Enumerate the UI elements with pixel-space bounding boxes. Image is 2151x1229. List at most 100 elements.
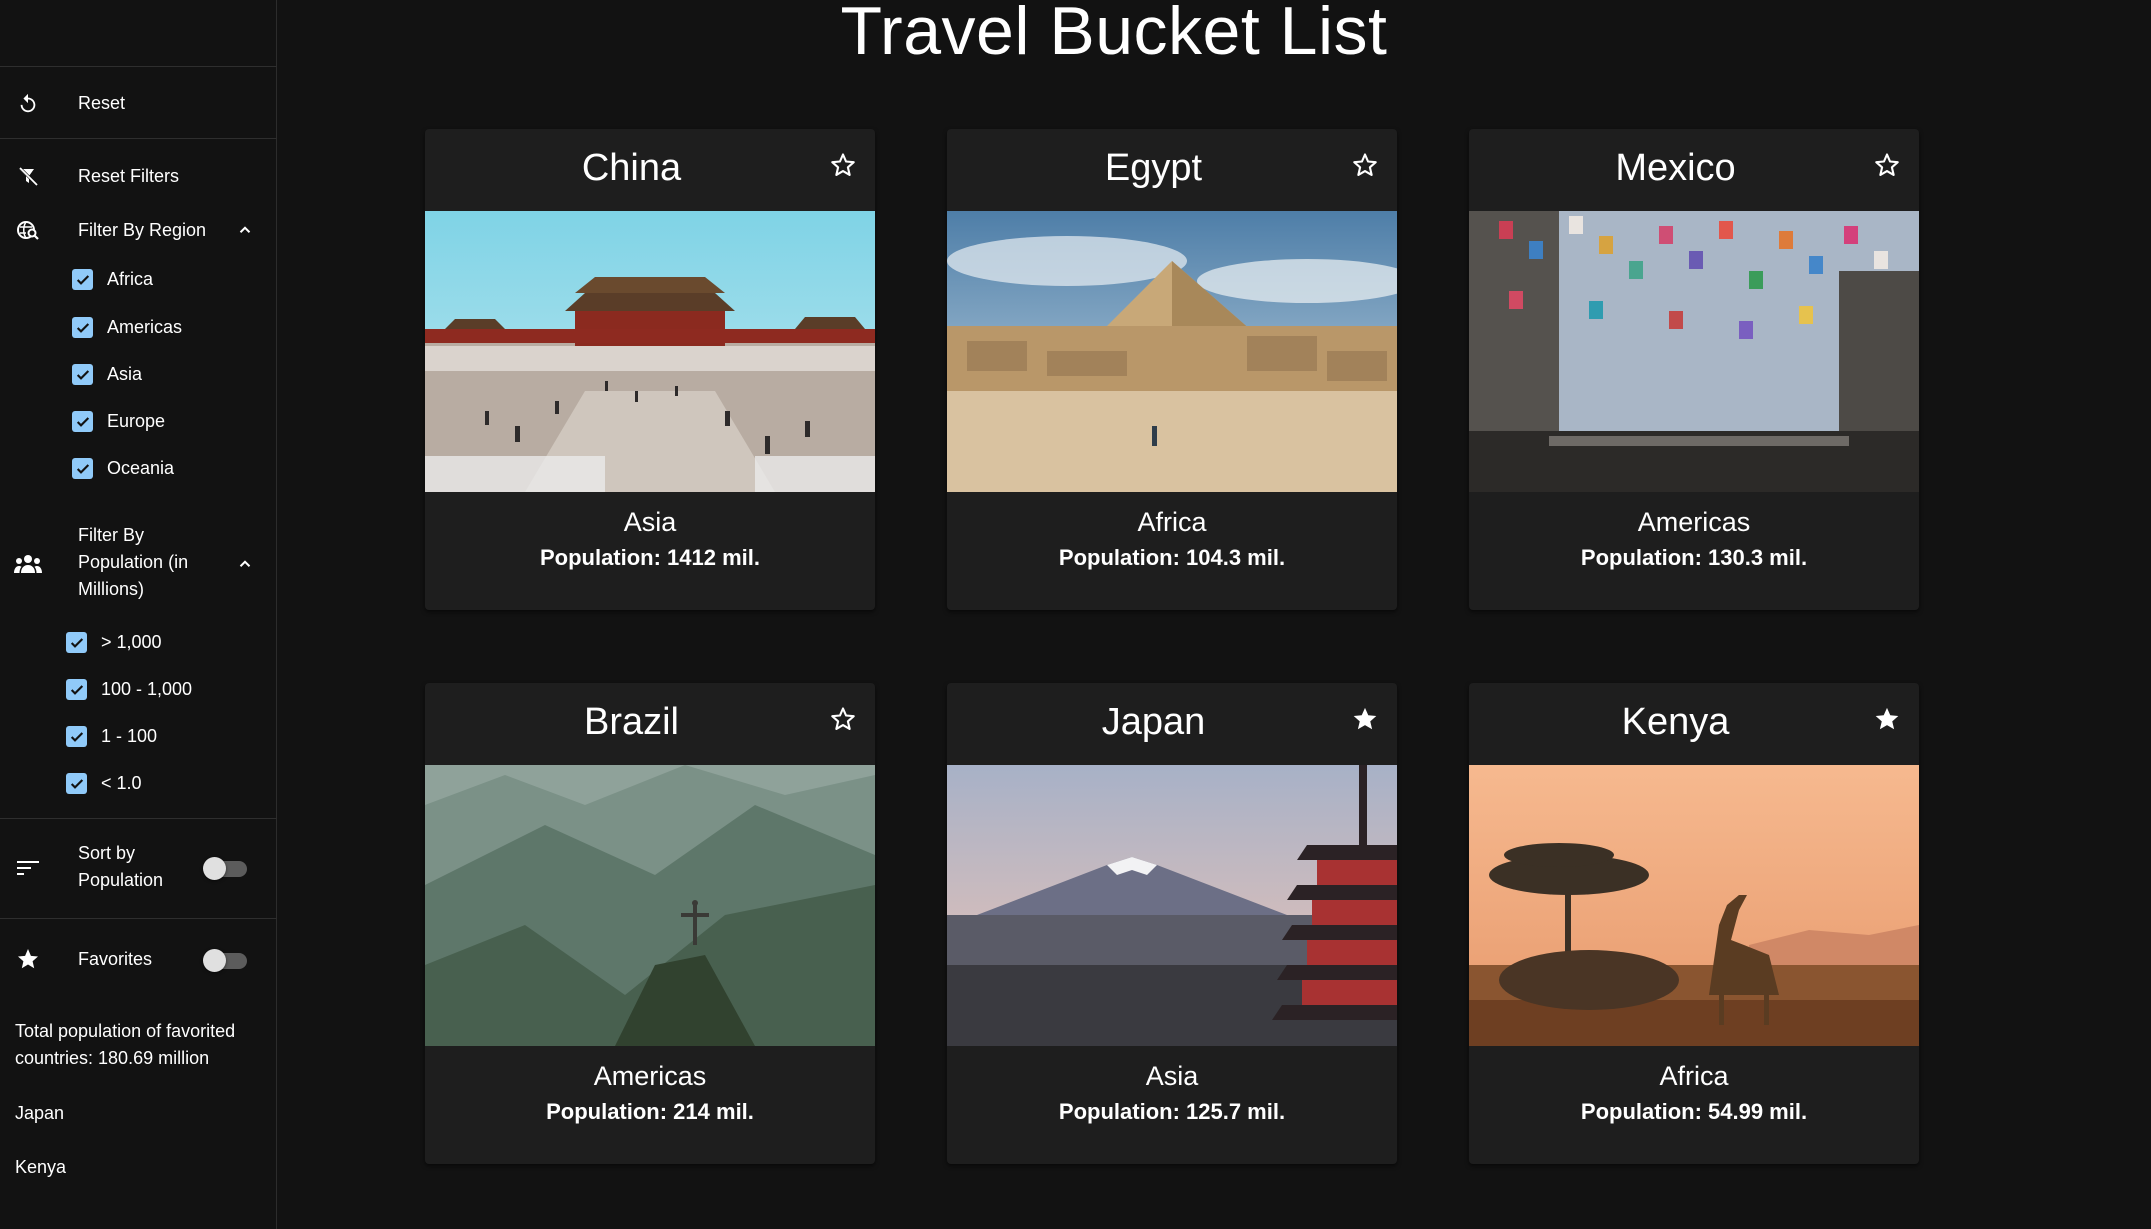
divider xyxy=(0,918,277,919)
checkbox-checked-icon[interactable] xyxy=(72,364,93,385)
filter-off-icon xyxy=(14,163,42,191)
region-option-label: Oceania xyxy=(107,458,175,478)
card-image xyxy=(1469,765,1919,1046)
favorites-total-line1: Total population of favorited xyxy=(15,1021,236,1041)
region-option-americas[interactable]: Americas xyxy=(72,317,182,338)
population-option-label: 1 - 100 xyxy=(101,726,158,746)
star-filled-icon[interactable] xyxy=(1351,705,1379,733)
favorites-filter[interactable]: Favorites xyxy=(0,944,277,974)
star-filled-icon[interactable] xyxy=(1873,705,1901,733)
checkbox-checked-icon[interactable] xyxy=(66,679,87,700)
star-icon xyxy=(14,945,42,973)
favorite-country-item: Japan xyxy=(15,1103,65,1123)
region-option-label: Africa xyxy=(107,269,154,289)
card-image xyxy=(1469,211,1919,492)
card-population: Population: 125.7 mil. xyxy=(1058,1099,1286,1124)
country-card: Brazil Americas Population: 214 mil. xyxy=(425,683,875,1164)
population-filter-label-line2: Population (in xyxy=(78,552,189,572)
population-option-label: > 1,000 xyxy=(101,632,162,652)
reset-button[interactable]: Reset xyxy=(0,88,277,118)
card-region: Asia xyxy=(1145,1061,1199,1091)
population-filter-header[interactable]: Filter By Population (in Millions) xyxy=(0,522,277,606)
country-card: Kenya Africa Population: 54.99 mil. xyxy=(1469,683,1919,1164)
reset-filters-button[interactable]: Reset Filters xyxy=(0,161,277,191)
sort-toggle[interactable] xyxy=(203,855,247,880)
star-outline-icon[interactable] xyxy=(829,705,857,733)
card-title: China xyxy=(581,147,682,189)
favorites-toggle[interactable] xyxy=(203,947,247,972)
region-filter-label: Filter By Region xyxy=(78,220,207,240)
sidebar: Reset Reset Filters Filter By Region Afr… xyxy=(0,0,277,1229)
region-option-oceania[interactable]: Oceania xyxy=(72,458,174,479)
star-outline-icon[interactable] xyxy=(1873,151,1901,179)
card-image xyxy=(947,211,1397,492)
favorites-total-line2: countries: 180.69 million xyxy=(15,1048,210,1068)
checkbox-checked-icon[interactable] xyxy=(72,317,93,338)
population-option-1-100[interactable]: 1 - 100 xyxy=(66,726,157,747)
region-option-africa[interactable]: Africa xyxy=(72,269,153,290)
checkbox-checked-icon[interactable] xyxy=(66,632,87,653)
region-option-label: Europe xyxy=(107,411,166,431)
population-option-under-1[interactable]: < 1.0 xyxy=(66,773,142,794)
card-header: Mexico xyxy=(1469,129,1919,211)
country-card: China Asia Population: 1412 mil. xyxy=(425,129,875,610)
card-region: Africa xyxy=(1137,507,1207,537)
country-card: Egypt Africa Population: 104.3 mil. xyxy=(947,129,1397,610)
card-image xyxy=(425,765,875,1046)
card-title: Kenya xyxy=(1621,701,1730,743)
star-outline-icon[interactable] xyxy=(1351,151,1379,179)
reset-filters-label: Reset Filters xyxy=(78,166,180,186)
population-option-100-1000[interactable]: 100 - 1,000 xyxy=(66,679,192,700)
favorite-country-item: Kenya xyxy=(15,1157,67,1177)
region-option-europe[interactable]: Europe xyxy=(72,411,165,432)
population-filter-label-line1: Filter By xyxy=(78,525,145,545)
region-option-asia[interactable]: Asia xyxy=(72,364,142,385)
card-population: Population: 54.99 mil. xyxy=(1580,1099,1808,1124)
checkbox-checked-icon[interactable] xyxy=(66,773,87,794)
favorites-label: Favorites xyxy=(78,949,153,969)
card-region: Americas xyxy=(1637,507,1751,537)
card-title: Brazil xyxy=(583,701,680,743)
region-filter-header[interactable]: Filter By Region xyxy=(0,215,277,245)
card-header: China xyxy=(425,129,875,211)
card-title: Egypt xyxy=(1104,147,1203,189)
region-option-label: Asia xyxy=(107,364,143,384)
sort-label-line2: Population xyxy=(78,870,164,890)
star-outline-icon[interactable] xyxy=(829,151,857,179)
card-header: Japan xyxy=(947,683,1397,765)
checkbox-checked-icon[interactable] xyxy=(72,269,93,290)
checkbox-checked-icon[interactable] xyxy=(72,411,93,432)
reset-icon xyxy=(14,90,42,118)
card-population: Population: 130.3 mil. xyxy=(1580,545,1808,570)
sort-by-population[interactable]: Sort by Population xyxy=(0,840,277,896)
chevron-up-icon[interactable] xyxy=(234,219,256,241)
checkbox-checked-icon[interactable] xyxy=(72,458,93,479)
chevron-up-icon[interactable] xyxy=(234,553,256,575)
card-image xyxy=(947,765,1397,1046)
reset-label: Reset xyxy=(78,93,126,113)
sort-icon xyxy=(14,854,42,882)
card-title: Mexico xyxy=(1615,147,1736,189)
population-option-label: < 1.0 xyxy=(101,773,142,793)
divider xyxy=(0,66,277,67)
region-option-label: Americas xyxy=(107,317,183,337)
card-region: Africa xyxy=(1659,1061,1729,1091)
travel-explore-icon xyxy=(14,216,42,244)
card-title: Japan xyxy=(1101,701,1206,743)
card-region: Americas xyxy=(593,1061,707,1091)
country-card: Mexico Americas Population: 130.3 mil. xyxy=(1469,129,1919,610)
groups-icon xyxy=(14,550,42,578)
sort-label-line1: Sort by xyxy=(78,843,136,863)
population-option-label: 100 - 1,000 xyxy=(101,679,193,699)
card-population: Population: 1412 mil. xyxy=(539,545,761,570)
divider xyxy=(0,138,277,139)
country-card: Japan Asia Population: 125.7 mil. xyxy=(947,683,1397,1164)
card-population: Population: 214 mil. xyxy=(546,1099,754,1124)
card-region: Asia xyxy=(623,507,677,537)
card-header: Brazil xyxy=(425,683,875,765)
population-option-over-1000[interactable]: > 1,000 xyxy=(66,632,162,653)
card-image xyxy=(425,211,875,492)
card-population: Population: 104.3 mil. xyxy=(1058,545,1286,570)
divider xyxy=(0,818,277,819)
checkbox-checked-icon[interactable] xyxy=(66,726,87,747)
